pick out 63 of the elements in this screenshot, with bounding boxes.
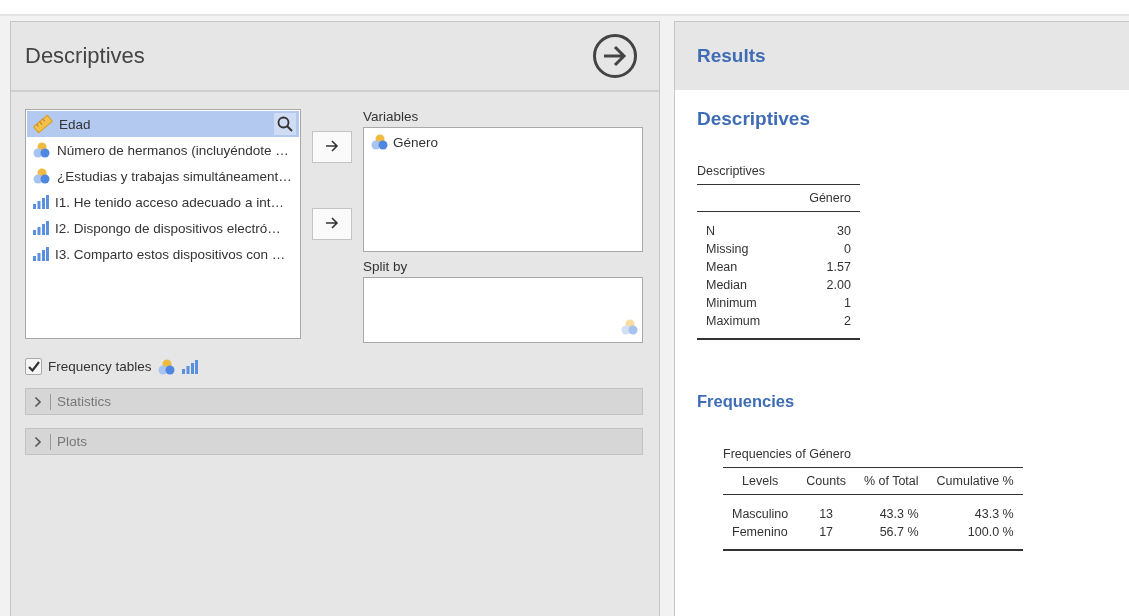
table-cell: 2 — [800, 312, 860, 339]
bar-chart-icon — [181, 359, 198, 374]
table-cell: Maximum — [697, 312, 801, 339]
variable-item[interactable]: I1. He tenido acceso adecuado a int… — [27, 189, 299, 215]
column-header: Levels — [723, 467, 798, 495]
move-arrow-button[interactable] — [312, 208, 352, 240]
table-cell-text: 0 — [842, 241, 852, 258]
arrow-icon — [325, 140, 339, 152]
column-header: % of Total — [854, 467, 928, 495]
bar-chart-icon — [33, 221, 49, 235]
table-cell-text: 2.00 — [825, 277, 852, 294]
table-cell-text: Missing — [705, 241, 750, 258]
table-cell: Masculino — [723, 494, 798, 523]
table-cell-text: Median — [705, 277, 748, 294]
table-cell: Femenino — [723, 523, 798, 550]
bar-chart-icon — [33, 195, 49, 209]
target-variable[interactable]: Género — [371, 134, 635, 150]
nominal-variable-icon — [157, 358, 176, 375]
panel-title: Descriptives — [25, 43, 145, 69]
variable-item[interactable]: Número de hermanos (incluyéndote … — [27, 137, 299, 163]
ruler-icon — [33, 115, 53, 133]
search-icon — [277, 116, 293, 132]
variable-item[interactable]: Edad — [27, 111, 299, 137]
target-label: Split by — [363, 259, 409, 276]
checkbox[interactable] — [25, 358, 42, 375]
variable-item[interactable]: I3. Comparto estos dispositivos con … — [27, 241, 299, 267]
results-title: Results — [697, 45, 766, 67]
section-heading: Descriptives — [697, 108, 811, 130]
bar-chart-icon — [33, 247, 49, 261]
table-cell-text: 1.57 — [825, 259, 852, 276]
table-cell-text: 1 — [842, 295, 852, 312]
table-cell: 56.7 % — [854, 523, 928, 550]
move-arrow-button[interactable] — [312, 131, 352, 163]
table-title: Descriptives — [697, 164, 767, 180]
nominal-variable-icon — [621, 319, 639, 335]
table-cell: 100.0 % — [927, 523, 1023, 550]
table-cell: 30 — [800, 211, 860, 240]
column-header: Counts — [797, 467, 855, 495]
variable-item[interactable]: ¿Estudias y trabajas simultáneament… — [27, 163, 299, 189]
arrow-icon — [325, 217, 339, 229]
section-heading: Frequencies — [697, 392, 796, 411]
column-header: Género — [800, 184, 860, 212]
table-cell: N — [697, 211, 801, 240]
nominal-variable-icon — [33, 142, 51, 158]
arrow-icon — [602, 45, 628, 67]
nominal-variable-icon — [33, 168, 51, 184]
table-title: Frequencies of Género — [723, 447, 852, 463]
table-cell-text: Mean — [705, 259, 739, 276]
run-arrow-button[interactable] — [593, 34, 637, 78]
search-button[interactable] — [274, 113, 296, 135]
target-label: Variables — [363, 109, 420, 126]
chevron-icon — [34, 395, 42, 408]
table-cell-text: Minimum — [705, 295, 758, 312]
table-cell: 17 — [797, 523, 855, 550]
table-cell: 43.3 % — [854, 494, 928, 523]
table-cell: 13 — [797, 494, 855, 523]
chevron-icon — [34, 435, 42, 448]
target-box[interactable]: Género — [363, 127, 643, 252]
column-header: Cumulative % — [927, 467, 1023, 495]
nominal-variable-icon — [371, 134, 389, 150]
checkbox-label: Frequency tables — [48, 359, 152, 374]
table-cell: 43.3 % — [927, 494, 1023, 523]
variable-item[interactable]: I2. Dispongo de dispositivos electró… — [27, 215, 299, 241]
